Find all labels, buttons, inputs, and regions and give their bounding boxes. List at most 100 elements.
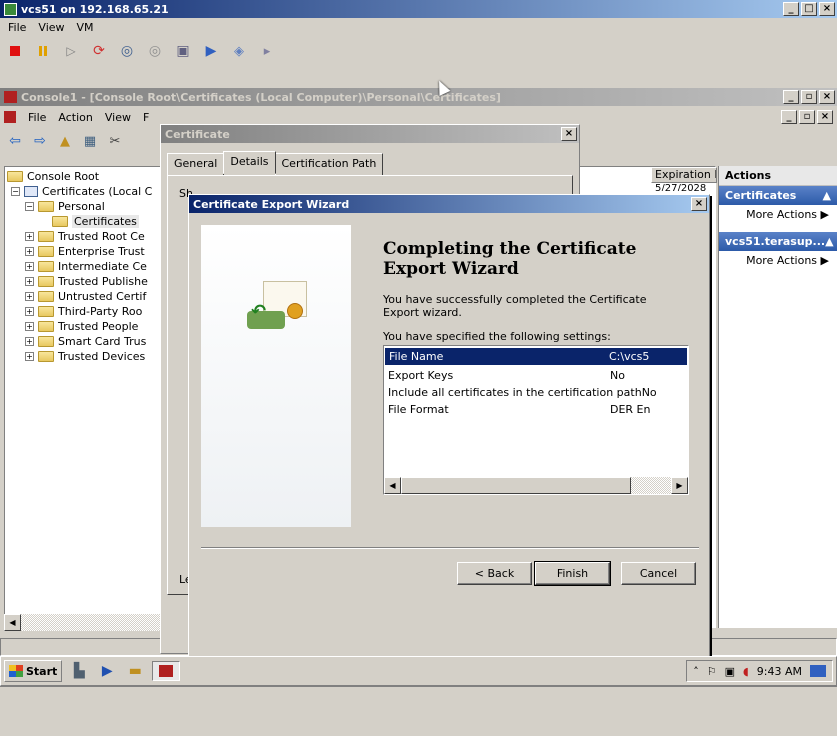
- wizard-title: Certificate Export Wizard: [193, 197, 350, 211]
- console-restore-button[interactable]: ▫: [801, 90, 817, 104]
- expiration-value: 5/27/2028: [655, 183, 707, 191]
- tree-item-console-root[interactable]: Console Root: [7, 169, 163, 184]
- tree-item-store[interactable]: + Trusted Publishe: [7, 274, 163, 289]
- vm-close-button[interactable]: ×: [819, 2, 835, 16]
- tree-item-store[interactable]: + Enterprise Trust: [7, 244, 163, 259]
- tree-item-store[interactable]: + Intermediate Ce: [7, 259, 163, 274]
- revert-icon[interactable]: ◎: [144, 41, 166, 61]
- play-icon[interactable]: ▷: [60, 41, 82, 61]
- vm-menu-view[interactable]: View: [38, 21, 64, 35]
- tree-item-store[interactable]: + Trusted People: [7, 319, 163, 334]
- clock[interactable]: 9:43 AM: [757, 665, 802, 678]
- actions-section-certificates[interactable]: Certificates ▲: [719, 186, 837, 205]
- tab-general[interactable]: General: [167, 153, 225, 176]
- snapshot-icon[interactable]: ◎: [116, 41, 138, 61]
- console-close-button[interactable]: ×: [819, 90, 835, 104]
- tree-item-store[interactable]: + Third-Party Roo: [7, 304, 163, 319]
- tab-certification-path[interactable]: Certification Path: [274, 153, 384, 176]
- reset-icon[interactable]: ⟳: [88, 41, 110, 61]
- tree-item-store[interactable]: + Smart Card Trus: [7, 334, 163, 349]
- forward-arrow-icon[interactable]: ⇨: [29, 131, 51, 151]
- settings-list[interactable]: File Name C:\vcs5 Export Keys No Include a…: [383, 345, 689, 495]
- finish-button[interactable]: Finish: [534, 561, 611, 586]
- wizard-banner: ↶: [201, 225, 351, 527]
- tree-item-store[interactable]: + Trusted Devices: [7, 349, 163, 364]
- vm-app-icon: [4, 2, 17, 16]
- certificates-snapin-icon: [24, 186, 38, 197]
- vm-menu-file[interactable]: File: [8, 21, 26, 35]
- expand-icon[interactable]: +: [25, 352, 34, 361]
- vm-minimize-button[interactable]: _: [783, 2, 799, 16]
- collapse-icon[interactable]: −: [11, 187, 20, 196]
- start-button[interactable]: Start: [4, 660, 63, 682]
- expand-icon[interactable]: +: [25, 337, 34, 346]
- console-menu-file[interactable]: File: [28, 111, 46, 125]
- settings-row-file-format[interactable]: File Format DER En: [384, 401, 688, 418]
- column-header-expiration[interactable]: Expiration D: [651, 167, 717, 183]
- action-center-flag-icon[interactable]: ⚐: [707, 665, 717, 678]
- tree-item-store[interactable]: + Trusted Root Ce: [7, 229, 163, 244]
- manage-snapshots-icon[interactable]: ▣: [172, 41, 194, 61]
- collapse-up-icon: ▲: [825, 235, 834, 248]
- fullscreen-icon[interactable]: ▶: [200, 41, 222, 61]
- show-hidden-icons-icon[interactable]: ˄: [693, 665, 699, 678]
- scroll-left-icon[interactable]: ◀: [4, 614, 21, 631]
- settings-row-export-keys[interactable]: Export Keys No: [384, 367, 688, 384]
- tree-item-personal[interactable]: − Personal: [7, 199, 163, 214]
- console-minimize-button[interactable]: _: [783, 90, 799, 104]
- expand-icon[interactable]: +: [25, 247, 34, 256]
- console-title: Console1 - [Console Root\Certificates (L…: [21, 90, 501, 104]
- vm-menu-vm[interactable]: VM: [77, 21, 94, 35]
- show-hide-tree-icon[interactable]: ▦: [79, 131, 101, 151]
- tree-item-certificates[interactable]: Certificates: [7, 214, 163, 229]
- actions-section-vcs51[interactable]: vcs51.terasup... ▲: [719, 232, 837, 251]
- cancel-button[interactable]: Cancel: [621, 562, 696, 585]
- child-restore-button[interactable]: ▫: [799, 110, 815, 124]
- console-menu-favorites[interactable]: F: [143, 111, 149, 125]
- settings-row-file-name[interactable]: File Name C:\vcs5: [385, 348, 687, 365]
- vm-maximize-button[interactable]: □: [801, 2, 817, 16]
- show-desktop-icon[interactable]: [810, 665, 826, 677]
- console-menu-action[interactable]: Action: [58, 111, 92, 125]
- stop-icon[interactable]: [4, 41, 26, 61]
- pause-icon[interactable]: [32, 41, 54, 61]
- expand-icon[interactable]: +: [25, 322, 34, 331]
- explorer-icon[interactable]: ▬: [124, 661, 146, 681]
- collapse-icon[interactable]: −: [25, 202, 34, 211]
- send-keys-icon[interactable]: ▸: [256, 41, 278, 61]
- actions-pane: Actions Certificates ▲ More Actions ▶ vcs…: [718, 166, 837, 628]
- folder-icon: [38, 276, 54, 287]
- more-actions-1[interactable]: More Actions ▶: [719, 205, 837, 224]
- expand-icon[interactable]: +: [25, 262, 34, 271]
- back-arrow-icon[interactable]: ⇦: [4, 131, 26, 151]
- console-menu-view[interactable]: View: [105, 111, 131, 125]
- up-folder-icon[interactable]: ▲: [54, 131, 76, 151]
- powershell-icon[interactable]: ▶: [96, 661, 118, 681]
- settings-row-include-all[interactable]: Include all certificates in the certific…: [384, 384, 688, 401]
- back-button[interactable]: < Back: [457, 562, 532, 585]
- expand-icon[interactable]: +: [25, 292, 34, 301]
- network-icon[interactable]: ▣: [725, 665, 735, 678]
- child-close-button[interactable]: ×: [817, 110, 833, 124]
- expand-icon[interactable]: +: [25, 307, 34, 316]
- expand-icon[interactable]: +: [25, 232, 34, 241]
- settings-hscrollbar[interactable]: ◀ ▶: [384, 477, 688, 494]
- wizard-separator: [201, 547, 699, 549]
- volume-muted-icon[interactable]: ◖: [743, 665, 749, 678]
- scroll-thumb[interactable]: [401, 477, 631, 494]
- more-actions-2[interactable]: More Actions ▶: [719, 251, 837, 270]
- scroll-right-icon[interactable]: ▶: [671, 477, 688, 494]
- certificate-close-button[interactable]: ×: [561, 127, 577, 141]
- wizard-close-button[interactable]: ×: [691, 197, 707, 211]
- child-minimize-button[interactable]: _: [781, 110, 797, 124]
- server-manager-icon[interactable]: ▙: [68, 661, 90, 681]
- expand-icon[interactable]: +: [25, 277, 34, 286]
- mmc-taskbar-button[interactable]: [152, 661, 181, 681]
- unity-icon[interactable]: ◈: [228, 41, 250, 61]
- scroll-left-icon[interactable]: ◀: [384, 477, 401, 494]
- tree-item-store[interactable]: + Untrusted Certif: [7, 289, 163, 304]
- tree-item-certificates-local[interactable]: − Certificates (Local C: [7, 184, 163, 199]
- cut-icon[interactable]: ✂: [104, 131, 126, 151]
- tree-hscrollbar[interactable]: ◀: [4, 614, 164, 631]
- tab-details[interactable]: Details: [223, 151, 276, 174]
